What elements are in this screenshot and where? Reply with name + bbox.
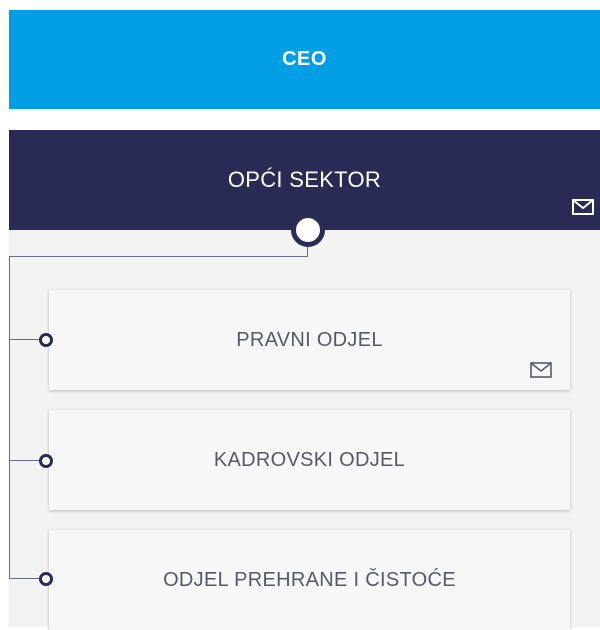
dept-label: KADROVSKI ODJEL — [213, 448, 406, 471]
dept-node[interactable] — [39, 333, 53, 347]
sector-node[interactable] — [291, 213, 325, 247]
dept-card-kadrovski[interactable]: KADROVSKI ODJEL — [49, 410, 570, 510]
dept-node[interactable] — [39, 572, 53, 586]
sector-title: OPĆI SEKTOR — [227, 167, 382, 192]
dept-card-pravni[interactable]: PRAVNI ODJEL — [49, 290, 570, 390]
envelope-icon[interactable] — [572, 199, 594, 215]
connector-line — [9, 460, 42, 461]
ceo-label: CEO — [282, 48, 327, 70]
dept-label: ODJEL PREHRANE I ČISTOĆE — [163, 568, 456, 591]
connector-line — [9, 256, 10, 579]
connector-line — [9, 339, 42, 340]
envelope-icon[interactable] — [530, 362, 552, 378]
dept-node[interactable] — [39, 454, 53, 468]
dept-card-prehrana[interactable]: ODJEL PREHRANE I ČISTOĆE — [49, 530, 570, 630]
connector-line — [9, 578, 42, 579]
dept-label: PRAVNI ODJEL — [236, 328, 383, 351]
ceo-box[interactable]: CEO — [9, 10, 600, 109]
connector-line — [9, 256, 308, 257]
